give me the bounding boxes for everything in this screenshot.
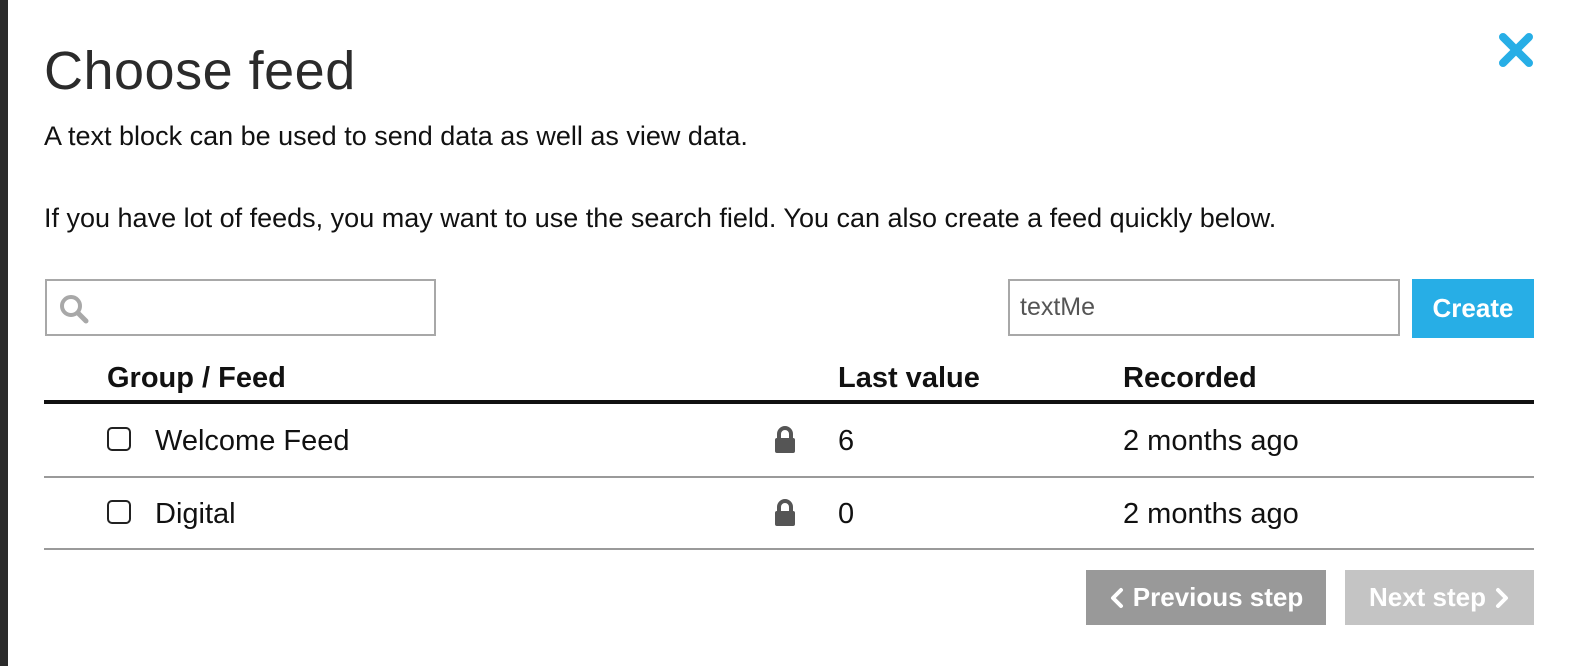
create-feed-button[interactable]: Create — [1412, 279, 1534, 338]
previous-step-label: Previous step — [1132, 582, 1304, 612]
search-icon — [60, 295, 89, 324]
search-input[interactable] — [97, 281, 431, 336]
modal-title: Choose feed — [44, 41, 356, 101]
table-row[interactable]: Digital 0 2 months ago — [44, 478, 1534, 550]
feed-recorded: 2 months ago — [1123, 498, 1299, 530]
close-icon[interactable] — [1496, 30, 1536, 70]
chevron-left-icon — [1110, 587, 1123, 608]
column-header-group-feed[interactable]: Group / Feed — [107, 360, 286, 396]
lock-icon — [775, 426, 795, 453]
chevron-right-icon — [1496, 587, 1509, 608]
page-backdrop — [0, 0, 8, 666]
feed-last-value: 0 — [838, 498, 855, 530]
feed-recorded: 2 months ago — [1123, 425, 1299, 457]
description-text: A text block can be used to send data as… — [44, 121, 748, 151]
column-header-recorded[interactable]: Recorded — [1123, 360, 1257, 396]
next-step-label: Next step — [1368, 582, 1487, 612]
search-field[interactable] — [45, 279, 436, 336]
next-step-button[interactable]: Next step — [1345, 570, 1534, 625]
close-button[interactable] — [1496, 30, 1536, 70]
previous-step-button[interactable]: Previous step — [1086, 570, 1326, 625]
description-search-hint: If you have lot of feeds, you may want t… — [44, 203, 1277, 233]
feed-checkbox[interactable] — [107, 500, 131, 524]
table-header-divider — [44, 400, 1534, 404]
new-feed-name-input[interactable] — [1008, 279, 1400, 336]
feed-name[interactable]: Welcome Feed — [155, 423, 350, 459]
table-row[interactable]: Welcome Feed 6 2 months ago — [44, 405, 1534, 477]
lock-icon — [775, 499, 795, 526]
choose-feed-modal: Choose feed A text block can be used to … — [8, 0, 1596, 666]
feed-last-value: 6 — [838, 425, 855, 457]
column-header-last-value[interactable]: Last value — [838, 360, 980, 396]
feed-name[interactable]: Digital — [155, 496, 236, 532]
row-divider — [44, 548, 1534, 550]
feed-checkbox[interactable] — [107, 427, 131, 451]
